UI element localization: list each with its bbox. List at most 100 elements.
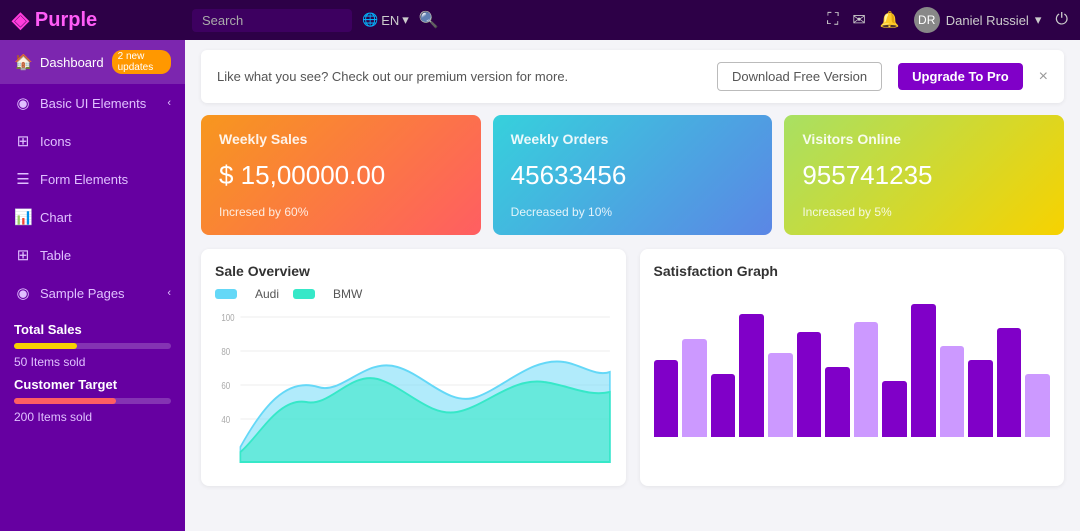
download-free-button[interactable]: Download Free Version bbox=[717, 62, 882, 91]
topnav-right: ⛶ ✉ 🔔 DR Daniel Russiel ▾ ⏻ bbox=[827, 7, 1068, 33]
svg-text:100: 100 bbox=[221, 312, 234, 323]
fullscreen-icon[interactable]: ⛶ bbox=[827, 11, 838, 29]
weekly-orders-subtitle: Decreased by 10% bbox=[511, 205, 755, 219]
sat-bar-1 bbox=[654, 360, 679, 437]
weekly-orders-card: Weekly Orders 45633456 Decreased by 10% bbox=[493, 115, 773, 235]
sidebar-item-label: Icons bbox=[40, 134, 171, 149]
sale-overview-title: Sale Overview bbox=[215, 263, 612, 279]
sidebar: 🏠 Dashboard 2 new updates ◉ Basic UI Ele… bbox=[0, 40, 185, 531]
sat-bar-4 bbox=[739, 314, 764, 437]
arrow-icon: ‹ bbox=[167, 287, 171, 299]
app-logo: ◈ Purple bbox=[12, 7, 182, 33]
satisfaction-chart bbox=[654, 287, 1051, 437]
visitors-card: Visitors Online 955741235 Increased by 5… bbox=[784, 115, 1064, 235]
sat-bar-9 bbox=[882, 381, 907, 437]
bmw-legend-dot bbox=[293, 289, 315, 299]
sidebar-item-table[interactable]: ⊞ Table bbox=[0, 236, 185, 274]
main-content: Like what you see? Check out our premium… bbox=[185, 40, 1080, 531]
sidebar-item-label: Table bbox=[40, 248, 171, 263]
svg-text:60: 60 bbox=[221, 380, 230, 391]
upgrade-pro-button[interactable]: Upgrade To Pro bbox=[898, 63, 1023, 90]
sidebar-item-chart[interactable]: 📊 Chart bbox=[0, 198, 185, 236]
avatar: DR bbox=[914, 7, 940, 33]
visitors-subtitle: Increased by 5% bbox=[802, 205, 1046, 219]
user-name: Daniel Russiel bbox=[946, 13, 1029, 28]
lang-label: EN bbox=[381, 13, 399, 28]
search-input[interactable] bbox=[192, 9, 352, 32]
chart-icon: 📊 bbox=[14, 208, 32, 226]
promo-banner: Like what you see? Check out our premium… bbox=[201, 50, 1064, 103]
weekly-orders-title: Weekly Orders bbox=[511, 131, 755, 147]
sat-bar-7 bbox=[825, 367, 850, 437]
visitors-value: 955741235 bbox=[802, 160, 1046, 191]
form-icon: ☰ bbox=[14, 170, 32, 188]
bell-icon[interactable]: 🔔 bbox=[880, 10, 900, 30]
sat-bar-5 bbox=[768, 353, 793, 437]
sidebar-item-sample-pages[interactable]: ◉ Sample Pages ‹ bbox=[0, 274, 185, 312]
sat-bar-8 bbox=[854, 322, 879, 437]
basic-ui-icon: ◉ bbox=[14, 94, 32, 112]
banner-text: Like what you see? Check out our premium… bbox=[217, 69, 701, 84]
user-chevron-icon: ▾ bbox=[1035, 12, 1042, 28]
app-name: Purple bbox=[35, 9, 97, 32]
sidebar-item-basic-ui[interactable]: ◉ Basic UI Elements ‹ bbox=[0, 84, 185, 122]
sidebar-item-label: Dashboard bbox=[40, 55, 104, 70]
power-icon[interactable]: ⏻ bbox=[1055, 11, 1068, 29]
close-banner-button[interactable]: × bbox=[1039, 68, 1048, 86]
items-sold-progress-bar bbox=[14, 343, 77, 349]
top-navigation: ◈ Purple 🌐 EN ▾ 🔍 ⛶ ✉ 🔔 DR Daniel Russie… bbox=[0, 0, 1080, 40]
sat-bar-3 bbox=[711, 374, 736, 437]
sidebar-item-label: Chart bbox=[40, 210, 171, 225]
sidebar-item-form-elements[interactable]: ☰ Form Elements bbox=[0, 160, 185, 198]
audi-legend-label: Audi bbox=[255, 287, 279, 301]
weekly-sales-title: Weekly Sales bbox=[219, 131, 463, 147]
sat-bar-10 bbox=[911, 304, 936, 437]
bmw-legend-label: BMW bbox=[333, 287, 362, 301]
lang-icon: 🌐 bbox=[362, 12, 378, 28]
sat-bar-14 bbox=[1025, 374, 1050, 437]
sat-bar-11 bbox=[940, 346, 965, 437]
main-layout: 🏠 Dashboard 2 new updates ◉ Basic UI Ele… bbox=[0, 40, 1080, 531]
sat-bar-13 bbox=[997, 328, 1022, 437]
logo-icon: ◈ bbox=[12, 7, 29, 33]
user-menu[interactable]: DR Daniel Russiel ▾ bbox=[914, 7, 1042, 33]
total-sales-label: Total Sales bbox=[14, 322, 171, 337]
weekly-sales-subtitle: Incresed by 60% bbox=[219, 205, 463, 219]
weekly-sales-value: $ 15,00000.00 bbox=[219, 160, 463, 191]
satisfaction-title: Satisfaction Graph bbox=[654, 263, 1051, 279]
dashboard-badge: 2 new updates bbox=[112, 50, 171, 74]
table-icon: ⊞ bbox=[14, 246, 32, 264]
customer-target-stat-label: 200 Items sold bbox=[14, 410, 171, 424]
chart-legend: Audi BMW bbox=[215, 287, 612, 301]
satisfaction-panel: Satisfaction Graph bbox=[640, 249, 1065, 486]
customer-target-label: Customer Target bbox=[14, 377, 171, 392]
search-button[interactable]: 🔍 bbox=[419, 10, 439, 30]
svg-text:80: 80 bbox=[221, 346, 230, 357]
language-button[interactable]: 🌐 EN ▾ bbox=[362, 12, 409, 28]
charts-row: Sale Overview Audi BMW 100 80 60 40 bbox=[201, 249, 1064, 486]
sat-bar-2 bbox=[682, 339, 707, 437]
sample-pages-icon: ◉ bbox=[14, 284, 32, 302]
sat-bar-6 bbox=[797, 332, 822, 437]
icons-icon: ⊞ bbox=[14, 132, 32, 150]
sidebar-total-sales: Total Sales 50 Items sold Customer Targe… bbox=[0, 312, 185, 434]
items-sold-progress-container bbox=[14, 343, 171, 349]
sidebar-item-icons[interactable]: ⊞ Icons bbox=[0, 122, 185, 160]
items-sold-label: 50 Items sold bbox=[14, 355, 171, 369]
sidebar-item-label: Form Elements bbox=[40, 172, 171, 187]
arrow-icon: ‹ bbox=[167, 97, 171, 109]
svg-text:40: 40 bbox=[221, 414, 230, 425]
lang-chevron-icon: ▾ bbox=[402, 12, 409, 28]
sidebar-item-dashboard[interactable]: 🏠 Dashboard 2 new updates bbox=[0, 40, 185, 84]
mail-icon[interactable]: ✉ bbox=[852, 10, 865, 30]
sale-overview-panel: Sale Overview Audi BMW 100 80 60 40 bbox=[201, 249, 626, 486]
weekly-sales-card: Weekly Sales $ 15,00000.00 Incresed by 6… bbox=[201, 115, 481, 235]
sidebar-item-label: Basic UI Elements bbox=[40, 96, 159, 111]
visitors-title: Visitors Online bbox=[802, 131, 1046, 147]
stats-row: Weekly Sales $ 15,00000.00 Incresed by 6… bbox=[201, 115, 1064, 235]
audi-legend-dot bbox=[215, 289, 237, 299]
weekly-orders-value: 45633456 bbox=[511, 160, 755, 191]
dashboard-icon: 🏠 bbox=[14, 53, 32, 71]
customer-target-progress-container bbox=[14, 398, 171, 404]
sale-overview-chart: 100 80 60 40 bbox=[215, 307, 612, 467]
